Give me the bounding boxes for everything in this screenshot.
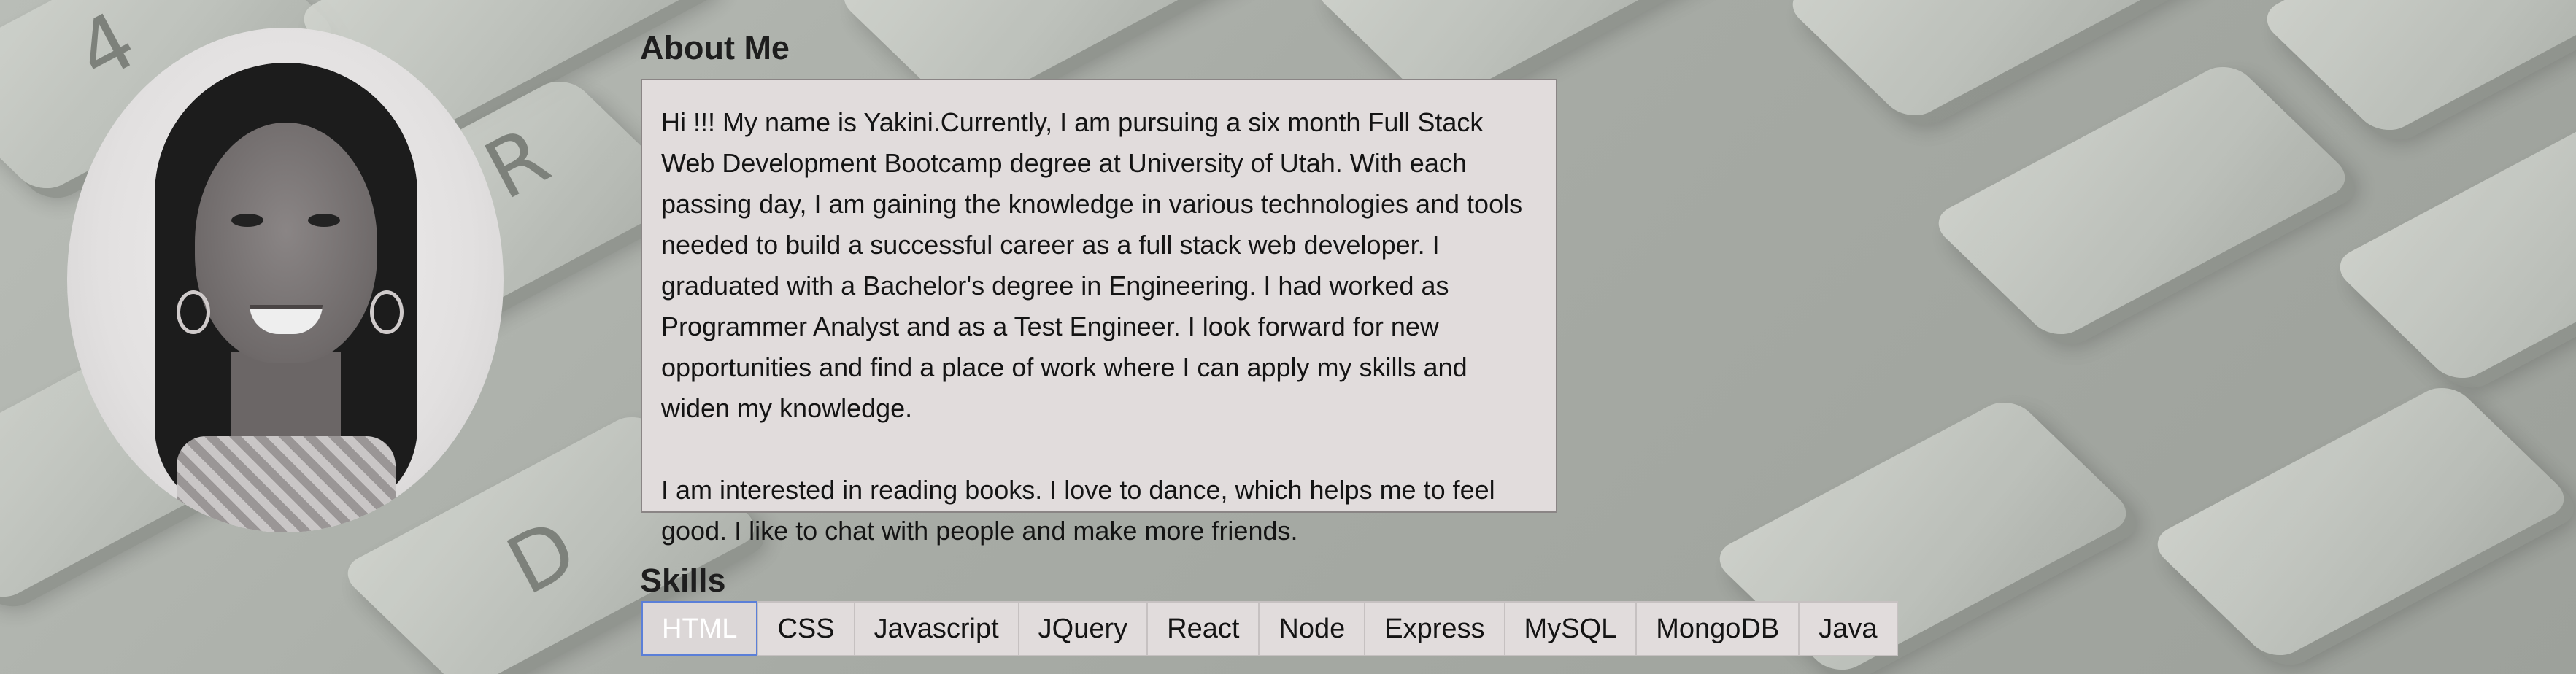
skills-title: Skills bbox=[640, 562, 726, 599]
profile-photo-eye bbox=[231, 214, 263, 227]
skill-express[interactable]: Express bbox=[1364, 601, 1505, 656]
skill-jquery[interactable]: JQuery bbox=[1017, 601, 1149, 656]
profile-photo-neck bbox=[231, 352, 341, 447]
skills-list: HTML CSS Javascript JQuery React Node Ex… bbox=[641, 601, 1898, 656]
keyboard-key bbox=[2255, 0, 2576, 139]
about-paragraph-intro: Hi !!! My name is Yakini.Currently, I am… bbox=[661, 107, 1523, 423]
skill-html[interactable]: HTML bbox=[641, 601, 759, 656]
profile-photo bbox=[67, 28, 504, 532]
about-title: About Me bbox=[640, 29, 790, 66]
about-paragraph-interests: I am interested in reading books. I love… bbox=[661, 475, 1495, 546]
skill-mysql[interactable]: MySQL bbox=[1503, 601, 1638, 656]
skill-java[interactable]: Java bbox=[1798, 601, 1898, 656]
profile-photo-eye bbox=[308, 214, 340, 227]
skill-mongodb[interactable]: MongoDB bbox=[1635, 601, 1800, 656]
keyboard-key bbox=[1927, 58, 2357, 343]
profile-photo-earring bbox=[177, 290, 210, 334]
skill-node[interactable]: Node bbox=[1258, 601, 1366, 656]
keyboard-key bbox=[2145, 379, 2576, 664]
about-panel: Hi !!! My name is Yakini.Currently, I am… bbox=[641, 79, 1557, 627]
keyboard-key bbox=[2328, 102, 2576, 387]
skill-css[interactable]: CSS bbox=[757, 601, 855, 656]
skill-javascript[interactable]: Javascript bbox=[853, 601, 1019, 656]
profile-photo-earring bbox=[370, 290, 404, 334]
profile-photo-dress bbox=[177, 436, 396, 532]
skill-react[interactable]: React bbox=[1146, 601, 1260, 656]
